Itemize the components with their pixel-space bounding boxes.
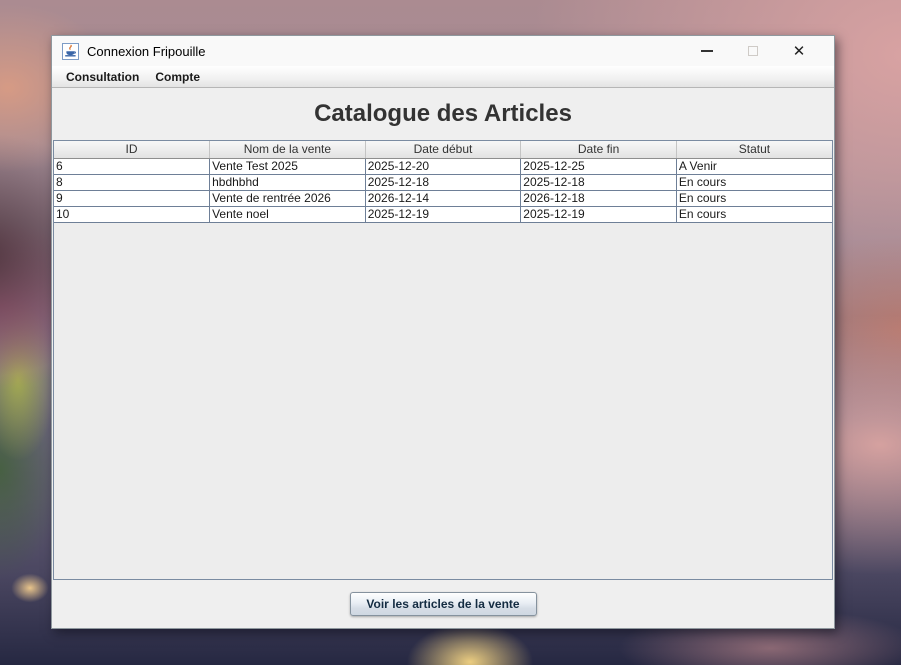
maximize-button[interactable] (730, 36, 776, 66)
close-icon: ✕ (793, 42, 806, 60)
table-cell[interactable]: 2026-12-18 (521, 190, 677, 206)
table-cell[interactable]: Vente Test 2025 (210, 158, 366, 174)
table-row[interactable]: 6Vente Test 20252025-12-202025-12-25A Ve… (54, 158, 832, 174)
table-row[interactable]: 8hbdhbhd2025-12-182025-12-18En cours (54, 174, 832, 190)
table-cell[interactable]: Vente de rentrée 2026 (210, 190, 366, 206)
menu-bar: Consultation Compte (52, 66, 834, 88)
window-title: Connexion Fripouille (87, 44, 206, 59)
menu-compte[interactable]: Compte (147, 67, 208, 87)
table-row[interactable]: 9Vente de rentrée 20262026-12-142026-12-… (54, 190, 832, 206)
table-cell[interactable]: 9 (54, 190, 210, 206)
table-cell[interactable]: 2025-12-18 (365, 174, 521, 190)
table-cell[interactable]: En cours (676, 190, 832, 206)
maximize-icon (748, 46, 758, 56)
table-cell[interactable]: 2025-12-19 (365, 206, 521, 222)
table-scrollpane[interactable]: IDNom de la venteDate débutDate finStatu… (53, 140, 833, 580)
app-window: Connexion Fripouille ✕ Consultation Comp… (51, 35, 835, 629)
table-cell[interactable]: 2025-12-19 (521, 206, 677, 222)
window-controls: ✕ (684, 36, 822, 66)
column-header[interactable]: Date début (365, 141, 521, 158)
table-header-row: IDNom de la venteDate débutDate finStatu… (54, 141, 832, 158)
menu-consultation[interactable]: Consultation (58, 67, 147, 87)
column-header[interactable]: ID (54, 141, 210, 158)
table-cell[interactable]: En cours (676, 174, 832, 190)
view-sale-articles-button[interactable]: Voir les articles de la vente (350, 592, 537, 616)
close-button[interactable]: ✕ (776, 36, 822, 66)
column-header[interactable]: Date fin (521, 141, 677, 158)
table-row[interactable]: 10Vente noel2025-12-192025-12-19En cours (54, 206, 832, 222)
table-cell[interactable]: En cours (676, 206, 832, 222)
table-cell[interactable]: Vente noel (210, 206, 366, 222)
java-coffee-cup-icon (62, 43, 79, 60)
table-cell[interactable]: 6 (54, 158, 210, 174)
table-cell[interactable]: hbdhbhd (210, 174, 366, 190)
table-cell[interactable]: 10 (54, 206, 210, 222)
sales-table: IDNom de la venteDate débutDate finStatu… (54, 141, 832, 223)
table-cell[interactable]: 2025-12-18 (521, 174, 677, 190)
minimize-button[interactable] (684, 36, 730, 66)
title-bar: Connexion Fripouille ✕ (52, 36, 834, 66)
minimize-icon (701, 50, 713, 52)
table-cell[interactable]: 2026-12-14 (365, 190, 521, 206)
table-body: 6Vente Test 20252025-12-202025-12-25A Ve… (54, 158, 832, 222)
table-cell[interactable]: A Venir (676, 158, 832, 174)
table-cell[interactable]: 2025-12-20 (365, 158, 521, 174)
table-cell[interactable]: 8 (54, 174, 210, 190)
page-title: Catalogue des Articles (52, 88, 834, 140)
column-header[interactable]: Nom de la vente (210, 141, 366, 158)
content-pane: Catalogue des Articles IDNom de la vente… (52, 88, 834, 628)
footer-bar: Voir les articles de la vente (52, 580, 834, 628)
table-cell[interactable]: 2025-12-25 (521, 158, 677, 174)
column-header[interactable]: Statut (676, 141, 832, 158)
